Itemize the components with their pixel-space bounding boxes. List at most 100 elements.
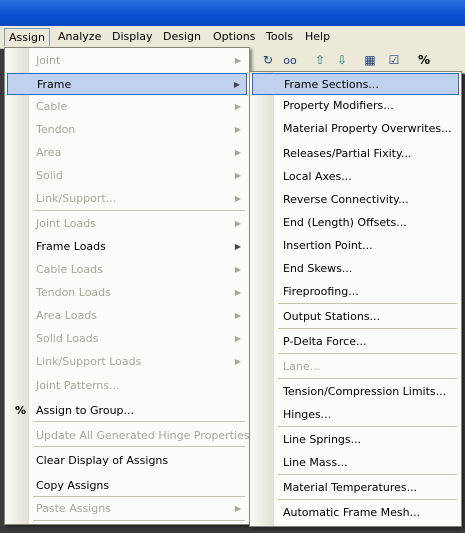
frame-item-automatic-frame-mesh[interactable]: Automatic Frame Mesh... — [252, 502, 459, 524]
frame-item-label: Local Axes... — [283, 170, 352, 183]
menu-options[interactable]: Options — [211, 29, 257, 45]
submenu-arrow-icon: ▶ — [234, 148, 241, 157]
menu-tools[interactable]: Tools — [264, 29, 295, 45]
menu-separator — [278, 474, 457, 475]
assign-item-copy-assigns[interactable]: Copy Assigns — [7, 475, 247, 497]
assign-item-label: Area — [36, 146, 62, 159]
submenu-arrow-icon: ▶ — [234, 504, 241, 513]
menu-separator — [33, 421, 245, 422]
menu-analyze[interactable]: Analyze — [56, 29, 103, 45]
assign-icon[interactable]: % — [415, 52, 433, 69]
assign-item-label: Solid — [36, 169, 63, 182]
assign-item-label: Joint Loads — [36, 217, 96, 230]
arrow-down-icon[interactable]: ⇩ — [333, 52, 351, 69]
assign-item-cable: Cable ▶ — [7, 96, 247, 118]
assign-item-label: Frame Loads — [36, 240, 106, 253]
frame-item-end-skews[interactable]: End Skews... — [252, 258, 459, 280]
assign-item-solid-loads: Solid Loads ▶ — [7, 328, 247, 350]
assign-item-label: Link/Support... — [36, 192, 117, 205]
assign-item-label: Update All Generated Hinge Properties — [36, 429, 250, 442]
assign-item-assign-to-group[interactable]: % Assign to Group... — [7, 400, 247, 422]
assign-item-label: Joint — [36, 54, 61, 67]
menu-separator — [33, 520, 245, 521]
frame-item-label: Lane... — [283, 360, 321, 373]
menu-separator — [278, 426, 457, 427]
submenu-arrow-icon: ▶ — [234, 357, 241, 366]
submenu-arrow-icon: ▶ — [234, 171, 241, 180]
frame-item-label: Hinges... — [283, 408, 332, 421]
frame-item-label: Tension/Compression Limits... — [283, 385, 447, 398]
frame-item-releases-partial-fixity[interactable]: Releases/Partial Fixity... — [252, 143, 459, 165]
assign-item-frame-loads[interactable]: Frame Loads ▶ — [7, 236, 247, 258]
assign-item-tendon-loads: Tendon Loads ▶ — [7, 282, 247, 304]
frame-item-label: Frame Sections... — [284, 78, 379, 91]
menu-design[interactable]: Design — [161, 29, 203, 45]
frame-item-label: Line Mass... — [283, 456, 348, 469]
frame-item-label: Material Temperatures... — [283, 481, 418, 494]
assign-item-joint: Joint ▶ — [7, 50, 247, 72]
frame-item-material-property-overwrites[interactable]: Material Property Overwrites... — [252, 118, 459, 140]
assign-item-clear-display-of-assigns[interactable]: Clear Display of Assigns — [7, 450, 247, 472]
frame-item-label: Property Modifiers... — [283, 99, 394, 112]
submenu-arrow-icon: ▶ — [233, 80, 240, 89]
frame-item-material-temperatures[interactable]: Material Temperatures... — [252, 477, 459, 499]
menu-separator — [278, 499, 457, 500]
glasses-icon[interactable]: oo — [279, 52, 301, 69]
assign-item-label: Assign to Group... — [36, 404, 135, 417]
frame-item-label: P-Delta Force... — [283, 335, 367, 348]
frame-item-label: Releases/Partial Fixity... — [283, 147, 412, 160]
title-bar — [0, 0, 465, 26]
frame-item-label: End Skews... — [283, 262, 353, 275]
checkbox-icon[interactable]: ☑ — [385, 52, 403, 69]
assign-item-area: Area ▶ — [7, 142, 247, 164]
submenu-arrow-icon: ▶ — [234, 125, 241, 134]
assign-menu: Joint ▶ Frame ▶ Cable ▶ Tendon ▶ Area ▶ Solid ▶ Link… — [4, 47, 250, 525]
assign-item-label: Cable — [36, 100, 68, 113]
arrow-up-icon[interactable]: ⇧ — [311, 52, 329, 69]
frame-item-fireproofing[interactable]: Fireproofing... — [252, 281, 459, 303]
assign-item-solid: Solid ▶ — [7, 165, 247, 187]
submenu-arrow-icon: ▶ — [234, 288, 241, 297]
assign-item-link-support: Link/Support... ▶ — [7, 188, 247, 210]
menu-assign[interactable]: Assign — [4, 28, 50, 46]
frame-item-end-length-offsets[interactable]: End (Length) Offsets... — [252, 212, 459, 234]
assign-item-label: Clear Display of Assigns — [36, 454, 169, 467]
select-icon[interactable]: ▦ — [361, 52, 379, 69]
menu-separator — [278, 353, 457, 354]
submenu-arrow-icon: ▶ — [234, 194, 241, 203]
frame-item-line-mass[interactable]: Line Mass... — [252, 452, 459, 474]
frame-item-label: Fireproofing... — [283, 285, 359, 298]
frame-item-insertion-point[interactable]: Insertion Point... — [252, 235, 459, 257]
frame-item-p-delta-force[interactable]: P-Delta Force... — [252, 331, 459, 353]
frame-item-label: Output Stations... — [283, 310, 381, 323]
menu-separator — [278, 328, 457, 329]
assign-item-label: Tendon — [36, 123, 76, 136]
refresh-icon[interactable]: ↻ — [259, 52, 277, 69]
assign-item-label: Copy Assigns — [36, 479, 110, 492]
frame-item-tension-compression-limits[interactable]: Tension/Compression Limits... — [252, 381, 459, 403]
submenu-arrow-icon: ▶ — [234, 102, 241, 111]
frame-item-hinges[interactable]: Hinges... — [252, 404, 459, 426]
frame-item-property-modifiers[interactable]: Property Modifiers... — [252, 95, 459, 117]
assign-item-tendon: Tendon ▶ — [7, 119, 247, 141]
frame-item-frame-sections[interactable]: Frame Sections... — [252, 73, 459, 95]
frame-item-reverse-connectivity[interactable]: Reverse Connectivity... — [252, 189, 459, 211]
assign-group-icon: % — [15, 404, 27, 417]
assign-item-label: Area Loads — [36, 309, 97, 322]
menu-separator — [33, 210, 245, 211]
menu-help[interactable]: Help — [303, 29, 332, 45]
assign-item-link-support-loads: Link/Support Loads ▶ — [7, 351, 247, 373]
assign-item-area-loads: Area Loads ▶ — [7, 305, 247, 327]
assign-item-frame[interactable]: Frame ▶ — [7, 73, 247, 95]
menu-separator — [33, 446, 245, 447]
frame-item-line-springs[interactable]: Line Springs... — [252, 429, 459, 451]
menu-separator — [33, 496, 245, 497]
submenu-arrow-icon: ▶ — [234, 334, 241, 343]
menu-display[interactable]: Display — [110, 29, 155, 45]
frame-item-local-axes[interactable]: Local Axes... — [252, 166, 459, 188]
frame-item-label: Insertion Point... — [283, 239, 373, 252]
assign-item-paste-assigns: Paste Assigns ▶ — [7, 498, 247, 520]
frame-item-output-stations[interactable]: Output Stations... — [252, 306, 459, 328]
assign-item-label: Paste Assigns — [36, 502, 111, 515]
assign-item-joint-loads: Joint Loads ▶ — [7, 213, 247, 235]
